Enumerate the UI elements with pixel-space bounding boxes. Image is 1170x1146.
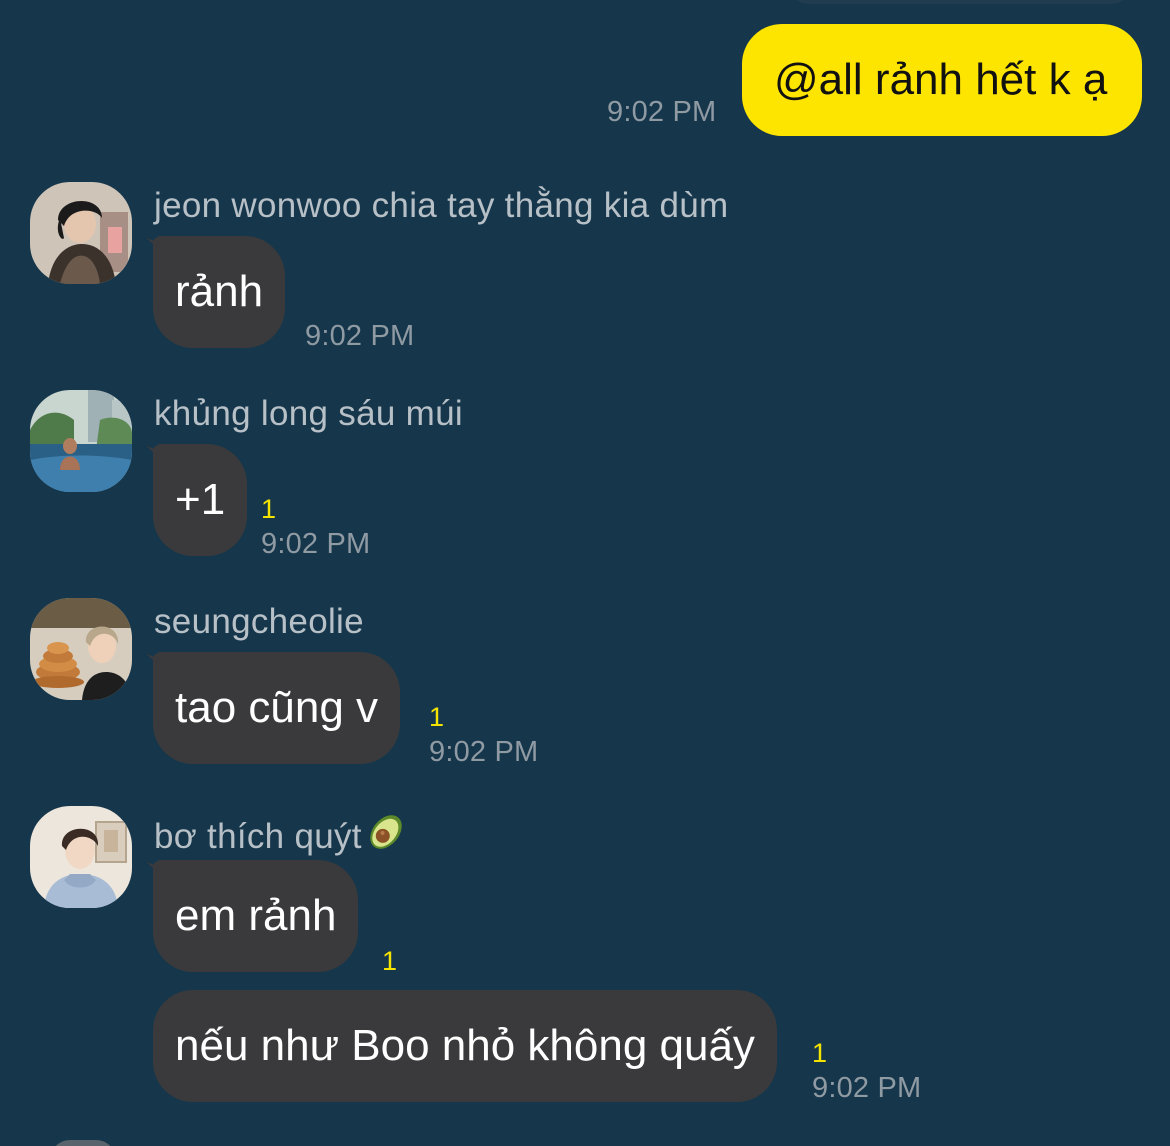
- message-time: 9:02 PM: [261, 528, 371, 560]
- outgoing-message-time: 9:02 PM: [607, 96, 717, 128]
- unread-count-badge: 1: [382, 946, 398, 976]
- previous-message-bubble-partial: [790, 0, 1130, 4]
- message-time: 9:02 PM: [429, 736, 539, 768]
- avocado-icon: [364, 810, 408, 863]
- message-text: nếu như Boo nhỏ không quấy: [175, 1021, 755, 1070]
- message-text: em rảnh: [175, 891, 337, 940]
- next-avatar-partial: [50, 1140, 116, 1146]
- sender-name: bơ thích quýt: [154, 810, 408, 863]
- incoming-message-bubble[interactable]: tao cũng v: [153, 652, 401, 764]
- outgoing-message-text: @all rảnh hết k ạ: [774, 55, 1108, 104]
- message-text: tao cũng v: [175, 683, 379, 732]
- unread-count-badge: 1: [429, 702, 445, 732]
- incoming-message-bubble[interactable]: em rảnh: [153, 860, 359, 972]
- avatar-jeon-wonwoo[interactable]: [30, 182, 132, 284]
- unread-count-badge: 1: [261, 494, 277, 524]
- message-time: 9:02 PM: [305, 320, 415, 352]
- sender-name: seungcheolie: [154, 602, 364, 641]
- sender-name-text: bơ thích quýt: [154, 817, 362, 856]
- incoming-message-bubble[interactable]: +1: [153, 444, 248, 556]
- message-text: rảnh: [175, 267, 264, 316]
- chat-message-list[interactable]: 9:02 PM @all rảnh hết k ạ jeon wonwoo ch…: [0, 0, 1170, 1146]
- avatar-seungcheolie[interactable]: [30, 598, 132, 700]
- incoming-message-bubble[interactable]: rảnh: [153, 236, 286, 348]
- message-text: +1: [175, 475, 226, 524]
- avatar-khung-long-sau-mui[interactable]: [30, 390, 132, 492]
- unread-count-badge: 1: [812, 1038, 828, 1068]
- incoming-message-bubble[interactable]: nếu như Boo nhỏ không quấy: [153, 990, 777, 1102]
- avatar-bo-thich-quyt[interactable]: [30, 806, 132, 908]
- sender-name: jeon wonwoo chia tay thằng kia dùm: [154, 186, 729, 225]
- outgoing-message-bubble[interactable]: @all rảnh hết k ạ: [742, 24, 1142, 136]
- sender-name: khủng long sáu múi: [154, 394, 463, 433]
- message-time: 9:02 PM: [812, 1072, 922, 1104]
